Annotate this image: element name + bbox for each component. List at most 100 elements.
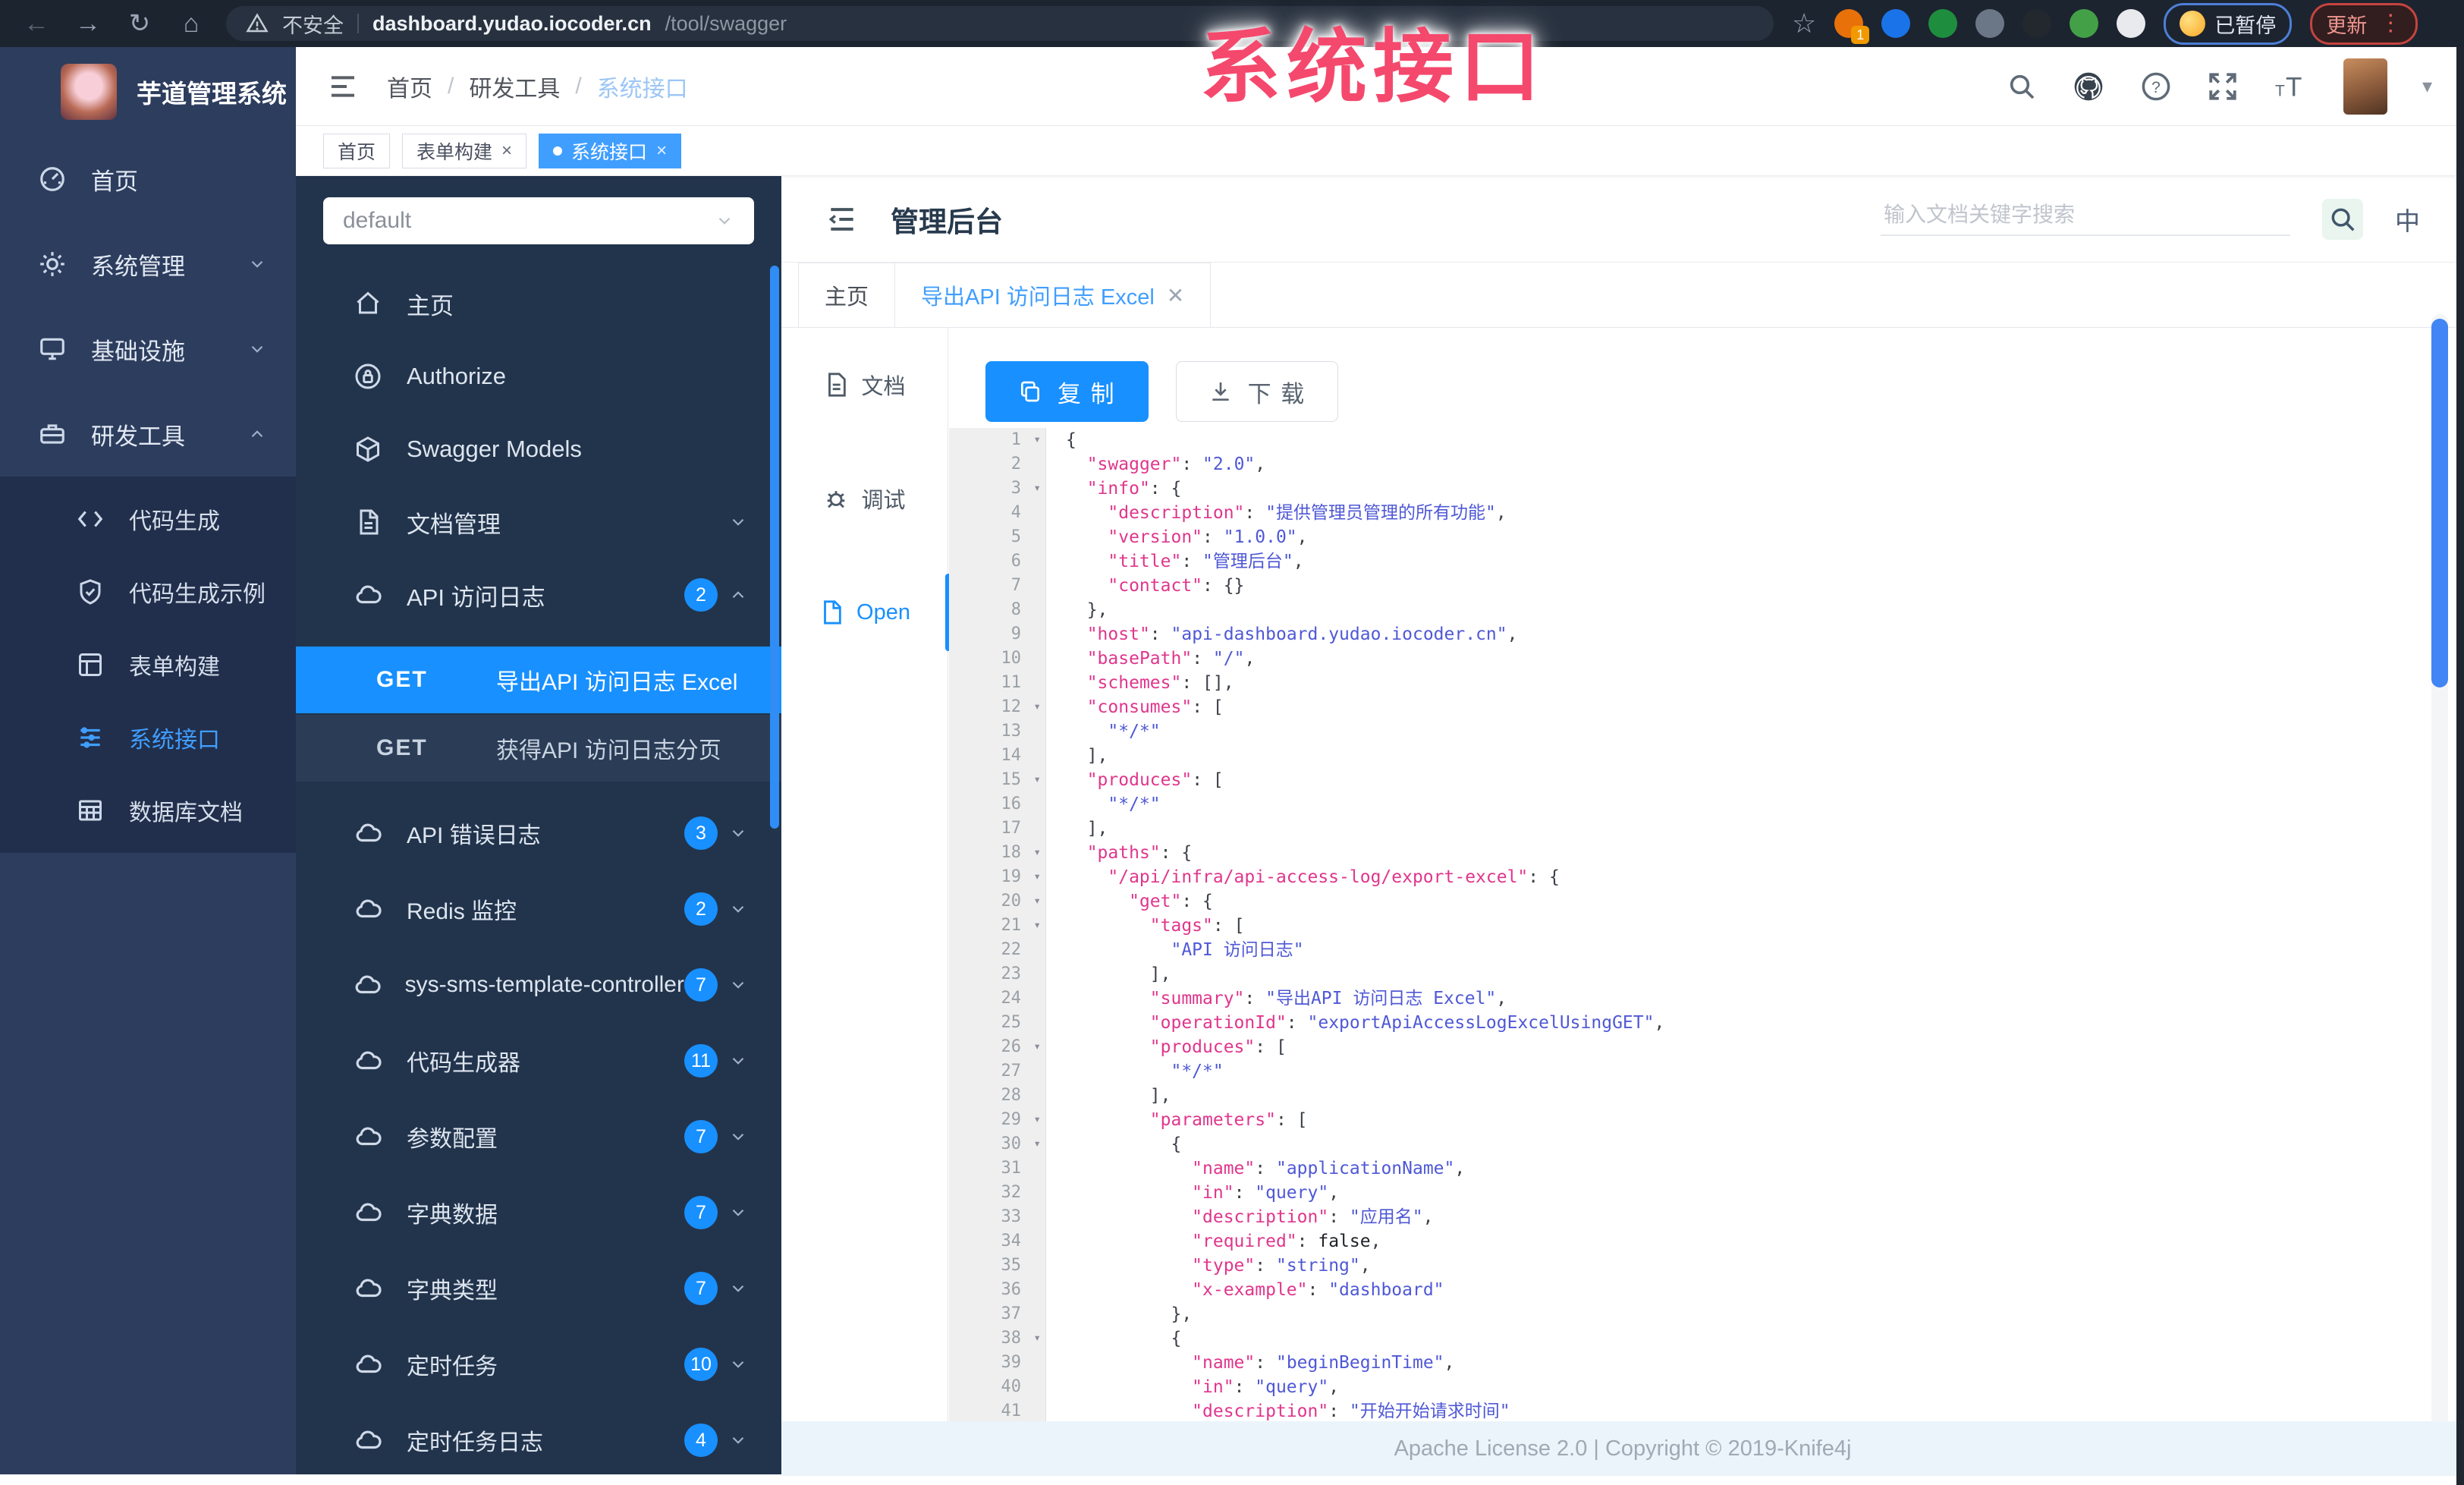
sidebar-subitem-系统接口[interactable]: 系统接口 <box>0 701 296 774</box>
api-group-API 错误日志[interactable]: API 错误日志 3 <box>296 795 781 871</box>
api-group-Redis 监控[interactable]: Redis 监控 2 <box>296 871 781 947</box>
browser-home-icon[interactable]: ⌂ <box>174 7 208 40</box>
side-tab-文档[interactable]: 文档 <box>781 328 948 442</box>
cloud-icon <box>352 580 384 609</box>
extension-icon[interactable] <box>2022 9 2052 38</box>
font-size-icon[interactable]: TT <box>2274 71 2308 102</box>
language-toggle[interactable]: 中 <box>2395 201 2420 238</box>
sidebar-item-系统管理[interactable]: 系统管理 <box>0 222 296 307</box>
extension-icon[interactable] <box>2070 9 2099 38</box>
code-fold-icon[interactable]: ▾ <box>1033 1034 1041 1059</box>
code-text: "description": "开始开始请求时间" <box>1192 1402 1510 1421</box>
extension-icon[interactable] <box>1928 9 1958 38</box>
code-line: 36 "x-example": "dashboard" <box>949 1278 2438 1302</box>
user-menu-caret-icon[interactable]: ▾ <box>2422 74 2432 98</box>
code-text: "in": "query", <box>1192 1377 1340 1397</box>
swagger-menu-Swagger Models[interactable]: Swagger Models <box>296 413 781 486</box>
browser-back-icon[interactable]: ← <box>20 7 53 40</box>
extension-icon[interactable] <box>1881 9 1911 38</box>
doc-search-icon[interactable] <box>2322 198 2363 240</box>
search-icon[interactable] <box>2007 71 2037 102</box>
fullscreen-icon[interactable] <box>2207 71 2239 102</box>
tag-表单构建[interactable]: 表单构建 × <box>402 133 527 168</box>
sidebar-subitem-表单构建[interactable]: 表单构建 <box>0 628 296 701</box>
code-fold-icon[interactable]: ▾ <box>1033 840 1041 864</box>
swagger-menu-API 访问日志[interactable]: API 访问日志 2 <box>296 558 781 631</box>
api-group-sys-sms-template-controller[interactable]: sys-sms-template-controller 7 <box>296 947 781 1023</box>
extension-icon[interactable] <box>1975 9 2005 38</box>
browser-menu-icon[interactable]: ⋮ <box>2379 12 2402 35</box>
code-fold-icon[interactable]: ▾ <box>1033 889 1041 913</box>
api-group-字典数据[interactable]: 字典数据 7 <box>296 1175 781 1251</box>
breadcrumb-item[interactable]: 研发工具 <box>469 70 560 103</box>
api-group-label: API 错误日志 <box>407 823 541 848</box>
bookmark-star-icon[interactable]: ☆ <box>1792 8 1816 39</box>
browser-update-pill[interactable]: 更新 ⋮ <box>2310 2 2418 45</box>
code-text: "*/*" <box>1108 794 1161 814</box>
extension-icon[interactable] <box>2117 9 2146 38</box>
sidebar-subitem-数据库文档[interactable]: 数据库文档 <box>0 774 296 847</box>
sidebar-item-首页[interactable]: 首页 <box>0 137 296 222</box>
app-logo-row[interactable]: 芋道管理系统 <box>0 47 296 137</box>
profile-paused-pill[interactable]: 已暂停 <box>2164 2 2293 45</box>
code-fold-icon[interactable]: ▾ <box>1033 428 1041 451</box>
chevron-up-icon <box>247 424 267 444</box>
sidebar-toggle-icon[interactable] <box>328 71 358 102</box>
sidebar-item-研发工具[interactable]: 研发工具 <box>0 392 296 477</box>
swagger-sidebar-scrollbar[interactable] <box>770 266 779 829</box>
code-fold-icon[interactable]: ▾ <box>1033 864 1041 889</box>
extension-icon[interactable]: 1 <box>1834 9 1870 44</box>
content-scrollbar-thumb[interactable] <box>2431 319 2448 687</box>
code-fold-icon[interactable]: ▾ <box>1033 913 1041 937</box>
tag-close-icon[interactable]: × <box>656 140 667 162</box>
collapse-menu-icon[interactable] <box>825 203 859 236</box>
doc-search-input[interactable] <box>1881 202 2290 236</box>
api-group-代码生成器[interactable]: 代码生成器 11 <box>296 1023 781 1099</box>
swagger-menu-文档管理[interactable]: 文档管理 <box>296 486 781 558</box>
swagger-menu: 主页 Authorize Swagger Models 文档管理 API 访问日志 2 <box>296 267 781 631</box>
code-fold-icon[interactable]: ▾ <box>1033 1326 1041 1350</box>
download-button[interactable]: 下 载 <box>1175 361 1339 422</box>
sidebar-subitem-代码生成[interactable]: 代码生成 <box>0 483 296 555</box>
github-icon[interactable] <box>2072 70 2105 103</box>
browser-reload-icon[interactable]: ↻ <box>123 7 156 40</box>
breadcrumb-item[interactable]: 系统接口 <box>597 70 688 103</box>
api-group-定时任务[interactable]: 定时任务 10 <box>296 1326 781 1402</box>
doc-tab-主页[interactable]: 主页 <box>798 263 896 327</box>
tag-close-icon[interactable]: × <box>501 140 512 162</box>
side-tab-Open[interactable]: Open <box>781 555 951 669</box>
code-line: 2 "swagger": "2.0", <box>949 452 2438 477</box>
code-fold-icon[interactable]: ▾ <box>1033 694 1041 719</box>
api-group-select[interactable]: default <box>323 197 754 244</box>
swagger-menu-Authorize[interactable]: Authorize <box>296 340 781 413</box>
breadcrumb-item[interactable]: 首页 <box>387 70 432 103</box>
code-fold-icon[interactable]: ▾ <box>1033 1131 1041 1156</box>
endpoint-item[interactable]: GET 获得API 访问日志分页 <box>296 715 781 782</box>
shield-icon <box>74 578 106 606</box>
swagger-menu-label: API 访问日志 <box>407 584 545 611</box>
chevron-down-icon <box>728 1354 748 1374</box>
bottom-strip <box>0 1474 781 1485</box>
code-fold-icon[interactable]: ▾ <box>1033 767 1041 791</box>
tag-系统接口[interactable]: 系统接口 × <box>539 133 682 168</box>
tag-首页[interactable]: 首页 <box>323 133 391 168</box>
copy-button[interactable]: 复 制 <box>985 361 1149 422</box>
endpoint-item[interactable]: GET 导出API 访问日志 Excel <box>296 647 781 713</box>
side-tab-调试[interactable]: 调试 <box>781 442 948 555</box>
doc-tab-导出API 访问日志 Excel[interactable]: 导出API 访问日志 Excel ✕ <box>894 263 1212 327</box>
swagger-menu-label: Authorize <box>407 363 506 389</box>
user-avatar[interactable] <box>2343 58 2387 115</box>
tab-close-icon[interactable]: ✕ <box>1167 283 1184 308</box>
sidebar-subitem-代码生成示例[interactable]: 代码生成示例 <box>0 555 296 628</box>
code-fold-icon[interactable]: ▾ <box>1033 1107 1041 1131</box>
help-icon[interactable]: ? <box>2140 71 2172 102</box>
sidebar-item-基础设施[interactable]: 基础设施 <box>0 307 296 392</box>
json-code-view[interactable]: 1 ▾{2 "swagger": "2.0", 3 ▾ "info": {4 "des… <box>949 428 2438 1485</box>
browser-forward-icon[interactable]: → <box>71 7 105 40</box>
swagger-menu-主页[interactable]: 主页 <box>296 267 781 340</box>
api-group-参数配置[interactable]: 参数配置 7 <box>296 1099 781 1175</box>
code-fold-icon[interactable]: ▾ <box>1033 476 1041 500</box>
api-group-定时任务日志[interactable]: 定时任务日志 4 <box>296 1402 781 1474</box>
api-group-字典类型[interactable]: 字典类型 7 <box>296 1251 781 1326</box>
line-number: 30 ▾ <box>949 1132 1046 1156</box>
